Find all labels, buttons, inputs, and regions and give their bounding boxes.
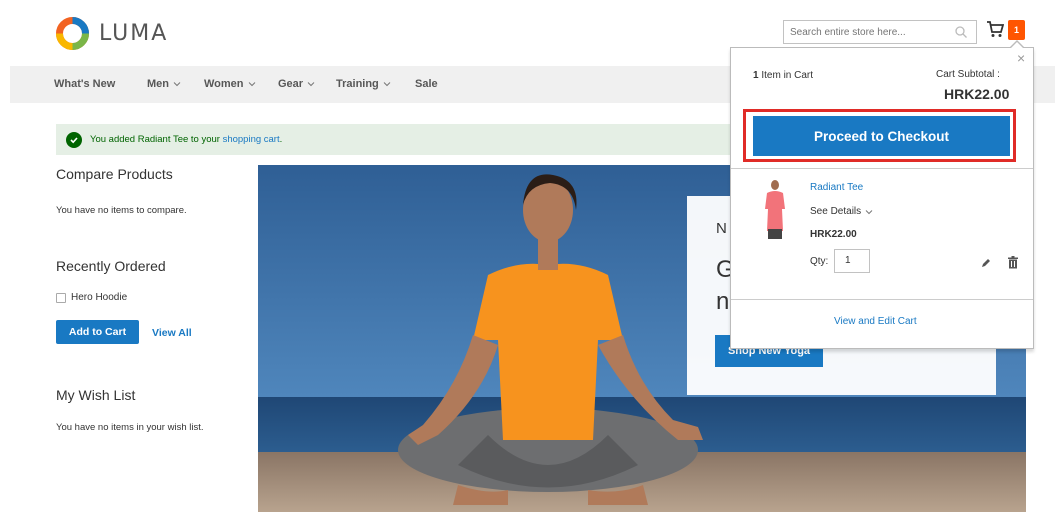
divider: [731, 299, 1033, 300]
promo-line-1: N: [716, 220, 727, 237]
success-message: You added Radiant Tee to your shopping c…: [56, 124, 746, 155]
recent-item-checkbox[interactable]: [56, 292, 66, 303]
nav-item-gear[interactable]: Gear: [278, 78, 315, 90]
qty-label: Qty:: [810, 256, 829, 267]
promo-line-3: n: [716, 288, 730, 315]
trash-icon[interactable]: [1008, 256, 1018, 269]
cart-counter-badge[interactable]: 1: [1008, 20, 1025, 40]
nav-item-whats-new[interactable]: What's New: [54, 78, 115, 90]
chevron-down-icon: [173, 82, 181, 87]
add-to-cart-button[interactable]: Add to Cart: [56, 320, 139, 344]
nav-label: Training: [336, 78, 379, 90]
nav-label: Women: [204, 78, 244, 90]
close-icon[interactable]: ×: [1017, 51, 1025, 65]
see-details-label: See Details: [810, 206, 862, 217]
cart-subtotal-price: HRK22.00: [944, 86, 1010, 102]
nav-item-men[interactable]: Men: [147, 78, 181, 90]
logo-text: LUMA: [99, 21, 169, 46]
nav-item-sale[interactable]: Sale: [415, 78, 438, 90]
nav-label: Men: [147, 78, 169, 90]
view-all-link[interactable]: View All: [152, 327, 192, 339]
chevron-down-icon: [248, 82, 255, 87]
product-name-link[interactable]: Radiant Tee: [810, 182, 863, 193]
search-input[interactable]: [784, 21, 944, 43]
divider: [731, 168, 1033, 169]
product-price: HRK22.00: [810, 229, 857, 240]
minicart-arrow-inner: [1011, 42, 1023, 48]
cart-subtotal-label: Cart Subtotal :: [936, 69, 1000, 80]
recent-item[interactable]: Hero Hoodie: [56, 292, 127, 303]
minicart-item-count: 1 Item in Cart: [753, 70, 813, 81]
compare-empty-text: You have no items to compare.: [56, 205, 187, 216]
luma-logo-icon: [56, 17, 89, 50]
message-prefix: You added Radiant Tee to your: [90, 134, 223, 145]
message-text: You added Radiant Tee to your shopping c…: [90, 134, 282, 145]
qty-input[interactable]: 1: [834, 249, 870, 273]
pencil-icon[interactable]: [981, 258, 991, 268]
luma-logo[interactable]: LUMA: [56, 17, 168, 50]
nav-label: What's New: [54, 78, 116, 90]
chevron-down-icon: [383, 82, 391, 87]
wishlist-title: My Wish List: [56, 387, 136, 403]
nav-label: Sale: [415, 78, 438, 90]
see-details-toggle[interactable]: See Details: [810, 206, 873, 217]
nav-item-training[interactable]: Training: [336, 78, 391, 90]
recently-ordered-title: Recently Ordered: [56, 258, 166, 274]
product-thumbnail[interactable]: [757, 179, 793, 241]
wishlist-empty-text: You have no items in your wish list.: [56, 422, 204, 433]
compare-products-title: Compare Products: [56, 166, 173, 182]
message-suffix: .: [279, 134, 283, 145]
cart-icon[interactable]: [986, 20, 1004, 38]
nav-item-women[interactable]: Women: [204, 78, 256, 90]
search-field[interactable]: [783, 20, 977, 44]
chevron-down-icon: [307, 82, 315, 87]
minicart-count-text: Item in Cart: [758, 70, 814, 81]
search-icon[interactable]: [954, 25, 968, 39]
chevron-down-icon: [865, 209, 873, 214]
view-and-edit-cart-link[interactable]: View and Edit Cart: [834, 316, 917, 327]
nav-label: Gear: [278, 78, 304, 90]
check-circle-icon: [66, 131, 82, 148]
checkout-highlight-box: [743, 109, 1016, 162]
recent-item-label: Hero Hoodie: [71, 292, 128, 303]
shopping-cart-link[interactable]: shopping cart: [223, 134, 280, 145]
